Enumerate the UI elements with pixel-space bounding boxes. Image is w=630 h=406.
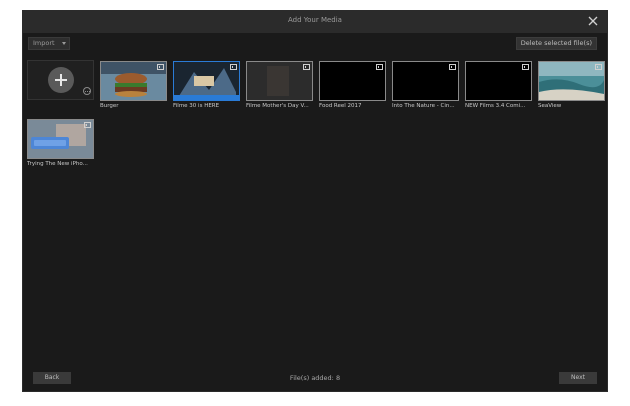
dialog-footer: Back File(s) added: 8 Next	[23, 367, 607, 391]
files-added-status: File(s) added: 8	[289, 374, 341, 382]
media-name: Food Reel 2017	[319, 103, 362, 109]
media-grid: Burger Filme 30 is HERE Filme Mother's D…	[27, 59, 607, 359]
film-icon	[84, 122, 91, 128]
film-icon	[303, 64, 310, 70]
more-options-icon[interactable]	[83, 87, 91, 95]
media-thumbnail	[319, 61, 386, 101]
film-icon	[449, 64, 456, 70]
add-media-tile[interactable]	[27, 60, 94, 100]
media-item[interactable]: Filme 30 is HERE	[173, 61, 240, 113]
media-name: SeaView	[538, 103, 562, 109]
media-name: Into The Nature - Cin...	[392, 103, 455, 109]
media-thumbnail	[465, 61, 532, 101]
media-thumbnail	[392, 61, 459, 101]
film-icon	[522, 64, 529, 70]
plus-icon	[48, 67, 74, 93]
media-name: NEW Films 3.4 Comi...	[465, 103, 526, 109]
add-media-dialog: Add Your Media Import Delete selected fi…	[22, 10, 608, 392]
delete-selected-button[interactable]: Delete selected file(s)	[515, 37, 597, 50]
media-name: Filme Mother's Day V...	[246, 103, 309, 109]
film-icon	[595, 64, 602, 70]
import-label: Import	[33, 39, 55, 47]
media-thumbnail	[27, 119, 94, 159]
media-thumbnail	[538, 61, 605, 101]
toolbar: Import Delete selected file(s)	[23, 33, 607, 59]
media-thumbnail	[246, 61, 313, 101]
media-name: Trying The New iPho...	[27, 161, 88, 167]
media-name: Burger	[100, 103, 119, 109]
media-item[interactable]: NEW Films 3.4 Comi...	[465, 61, 532, 113]
film-icon	[376, 64, 383, 70]
film-icon	[157, 64, 164, 70]
title-bar: Add Your Media	[23, 11, 607, 33]
dialog-title: Add Your Media	[288, 16, 342, 24]
media-item[interactable]: SeaView	[538, 61, 605, 113]
next-button[interactable]: Next	[559, 372, 597, 384]
media-item[interactable]: Food Reel 2017	[319, 61, 386, 113]
film-icon	[230, 64, 237, 70]
media-item[interactable]: Into The Nature - Cin...	[392, 61, 459, 113]
media-name: Filme 30 is HERE	[173, 103, 220, 109]
close-icon[interactable]	[585, 13, 601, 29]
media-thumbnail	[100, 61, 167, 101]
media-item[interactable]: Burger	[100, 61, 167, 113]
media-item[interactable]: Trying The New iPho...	[27, 119, 94, 171]
import-dropdown[interactable]: Import	[28, 37, 70, 50]
media-item[interactable]: Filme Mother's Day V...	[246, 61, 313, 113]
media-thumbnail	[173, 61, 240, 101]
chevron-down-icon	[62, 42, 66, 45]
